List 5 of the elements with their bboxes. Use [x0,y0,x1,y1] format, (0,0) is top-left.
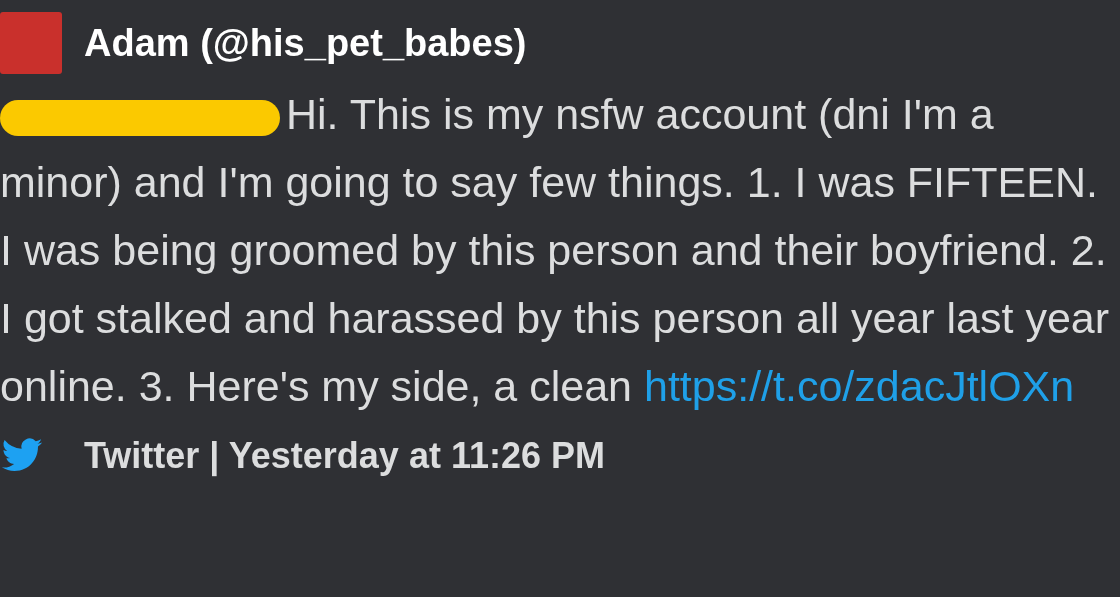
tweet-text: Hi. This is my nsfw account (dni I'm a minor) and I'm going to say few things. 1. I was FIFTEEN. I was being groomed by this person and their boyfriend. 2. I got stalked and harassed by this person all year last year online. 3. Here's my side, a clean https://t.co/zdacJtlOXn [0,90,1110,410]
author-name[interactable]: Adam (@his_pet_babes) [84,21,527,65]
avatar-placeholder [0,12,62,74]
tweet-link[interactable]: https://t.co/zdacJtlOXn [644,362,1075,410]
footer-text: Twitter | Yesterday at 11:26 PM [84,435,605,477]
